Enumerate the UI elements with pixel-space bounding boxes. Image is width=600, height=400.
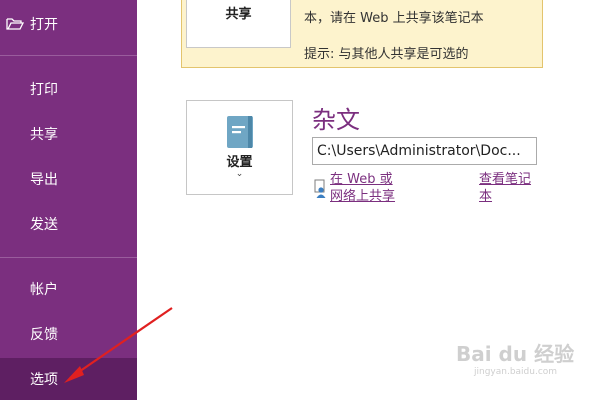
- view-notebook-link[interactable]: 查看笔记: [479, 171, 531, 188]
- sidebar-item-label: 发送: [30, 217, 58, 233]
- sidebar-item-account[interactable]: 帐户: [0, 269, 137, 309]
- share-notice-panel: 共享 本，请在 Web 上共享该笔记本 提示: 与其他人共享是可选的: [181, 0, 543, 68]
- sidebar-item-label: 打开: [30, 17, 58, 33]
- sidebar-item-share[interactable]: 共享: [0, 114, 137, 154]
- sidebar-item-label: 反馈: [30, 327, 58, 343]
- view-notebook-link-line2[interactable]: 本: [479, 188, 492, 205]
- share-people-icon: [314, 179, 328, 203]
- notebook-icon: [226, 115, 254, 153]
- sidebar: 打开 打印 共享 导出 发送 帐户 反馈 选项: [0, 0, 137, 400]
- settings-label: 设置: [226, 155, 253, 170]
- watermark-logo: Bai du 经验: [456, 342, 575, 366]
- share-on-web-link[interactable]: 在 Web 或: [330, 171, 393, 188]
- sidebar-item-label: 帐户: [30, 282, 58, 298]
- share-notice-text: 本，请在 Web 上共享该笔记本: [304, 11, 484, 26]
- share-button-label: 共享: [225, 7, 252, 22]
- watermark: Bai du 经验 jingyan.baidu.com: [456, 338, 574, 377]
- sidebar-item-label: 打印: [30, 82, 58, 98]
- sidebar-item-label: 导出: [30, 172, 58, 188]
- sidebar-item-options[interactable]: 选项: [0, 358, 137, 400]
- sidebar-item-feedback[interactable]: 反馈: [0, 314, 137, 354]
- share-tip-text: 提示: 与其他人共享是可选的: [304, 47, 469, 62]
- sidebar-item-label: 选项: [30, 372, 58, 388]
- folder-open-icon: [6, 17, 26, 31]
- chevron-down-icon: ⌄: [235, 169, 244, 179]
- sidebar-divider: [0, 257, 137, 258]
- share-button[interactable]: 共享: [186, 0, 291, 48]
- share-on-web-link-line2[interactable]: 网络上共享: [330, 188, 395, 205]
- sidebar-item-print[interactable]: 打印: [0, 69, 137, 109]
- watermark-url: jingyan.baidu.com: [474, 367, 558, 377]
- notebook-title: 杂文: [312, 106, 360, 134]
- sidebar-divider: [0, 55, 137, 56]
- notebook-path-field[interactable]: C:\Users\Administrator\Doc...: [312, 137, 537, 165]
- settings-button[interactable]: 设置 ⌄: [186, 100, 293, 195]
- sidebar-item-send[interactable]: 发送: [0, 204, 137, 244]
- sidebar-item-export[interactable]: 导出: [0, 159, 137, 199]
- sidebar-item-label: 共享: [30, 127, 58, 143]
- sidebar-item-open[interactable]: 打开: [0, 4, 137, 44]
